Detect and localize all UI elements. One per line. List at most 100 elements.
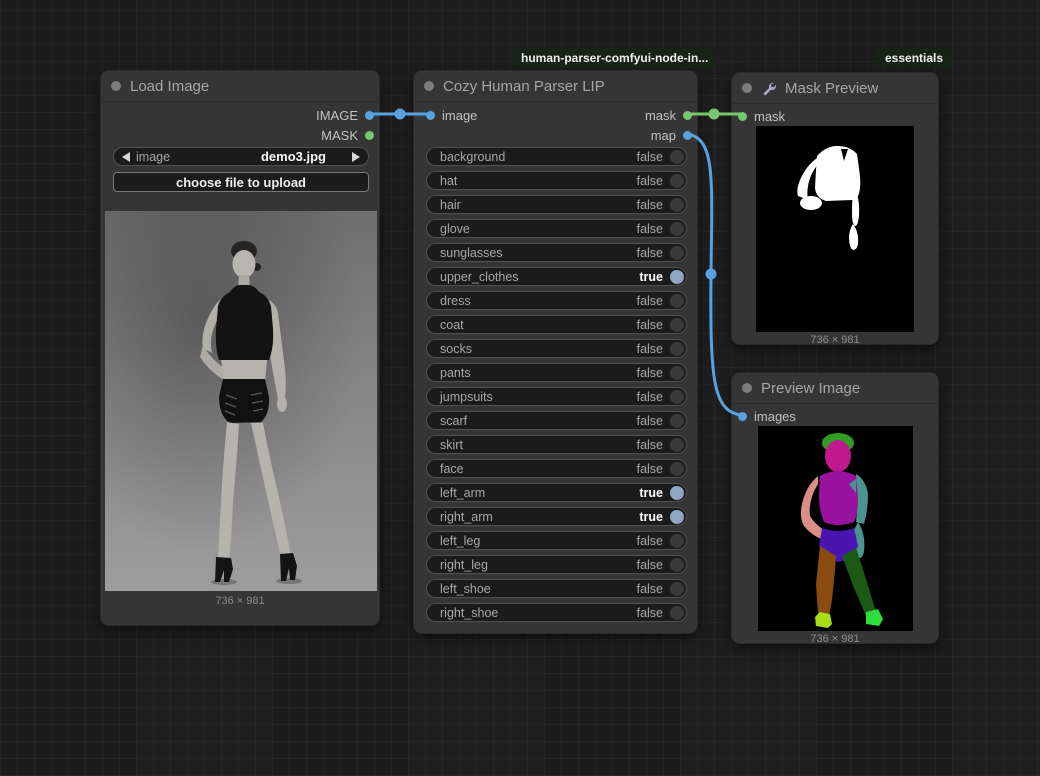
combo-prev-arrow-icon[interactable] bbox=[122, 152, 130, 162]
toggle-value: false bbox=[637, 438, 663, 452]
node-preview-image[interactable]: Preview Image images 736 × 981 bbox=[731, 372, 939, 644]
toggle-label: dress bbox=[440, 294, 471, 308]
toggle-label: right_leg bbox=[440, 558, 488, 572]
output-dot-image[interactable] bbox=[365, 111, 374, 120]
toggle-knob-icon[interactable] bbox=[670, 486, 684, 500]
toggle-row-jumpsuits[interactable]: jumpsuitsfalse bbox=[426, 387, 687, 406]
toggle-knob-icon[interactable] bbox=[670, 582, 684, 596]
toggle-label: hat bbox=[440, 174, 457, 188]
output-slot-image[interactable]: IMAGE bbox=[316, 105, 374, 125]
toggle-knob-icon[interactable] bbox=[670, 390, 684, 404]
node-title: Cozy Human Parser LIP bbox=[443, 78, 605, 95]
output-dot-mask[interactable] bbox=[683, 111, 692, 120]
choose-file-button[interactable]: choose file to upload bbox=[113, 172, 369, 192]
toggle-value: true bbox=[639, 270, 663, 284]
toggle-row-right_arm[interactable]: right_armtrue bbox=[426, 507, 687, 526]
node-load-image[interactable]: Load Image IMAGE MASK image demo3.jpg ch… bbox=[100, 70, 380, 626]
toggle-row-dress[interactable]: dress false bbox=[426, 291, 687, 310]
segmentation-image-preview bbox=[758, 426, 913, 631]
toggle-knob-icon[interactable] bbox=[670, 414, 684, 428]
toggle-value: false bbox=[637, 414, 663, 428]
output-slot-mask[interactable]: mask bbox=[645, 105, 692, 125]
toggle-row-right_shoe[interactable]: right_shoe false bbox=[426, 603, 687, 622]
output-dot-map[interactable] bbox=[683, 131, 692, 140]
input-slot-image[interactable]: image bbox=[426, 105, 477, 125]
toggle-label: left_arm bbox=[440, 486, 485, 500]
graph-canvas[interactable]: human-parser-comfyui-node-in... essentia… bbox=[0, 0, 1040, 776]
node-mask-preview-header[interactable]: Mask Preview bbox=[732, 73, 938, 104]
input-dot-image[interactable] bbox=[426, 111, 435, 120]
toggle-value: false bbox=[637, 222, 663, 236]
toggle-row-skirt[interactable]: skirt false bbox=[426, 435, 687, 454]
collapse-dot-icon[interactable] bbox=[742, 383, 752, 393]
toggle-knob-icon[interactable] bbox=[670, 318, 684, 332]
node-parser-header[interactable]: Cozy Human Parser LIP bbox=[414, 71, 697, 102]
collapse-dot-icon[interactable] bbox=[424, 81, 434, 91]
toggle-value: false bbox=[637, 606, 663, 620]
wire-image-midpoint-dot bbox=[395, 109, 406, 120]
toggle-knob-icon[interactable] bbox=[670, 462, 684, 476]
toggle-knob-icon[interactable] bbox=[670, 246, 684, 260]
image-dimensions: 736 × 981 bbox=[732, 633, 938, 645]
node-load-image-header[interactable]: Load Image bbox=[101, 71, 379, 102]
toggle-row-hair[interactable]: hairfalse bbox=[426, 195, 687, 214]
toggle-label: right_shoe bbox=[440, 606, 498, 620]
toggle-knob-icon[interactable] bbox=[670, 510, 684, 524]
toggle-row-scarf[interactable]: scarffalse bbox=[426, 411, 687, 430]
input-slot-mask[interactable]: mask bbox=[738, 106, 785, 126]
output-slot-mask[interactable]: MASK bbox=[321, 125, 374, 145]
image-combo-widget[interactable]: image demo3.jpg bbox=[113, 147, 369, 166]
toggle-row-left_arm[interactable]: left_armtrue bbox=[426, 483, 687, 502]
toggle-row-background[interactable]: backgroundfalse bbox=[426, 147, 687, 166]
toggle-knob-icon[interactable] bbox=[670, 294, 684, 308]
toggle-row-socks[interactable]: socks false bbox=[426, 339, 687, 358]
collapse-dot-icon[interactable] bbox=[111, 81, 121, 91]
toggle-row-hat[interactable]: hat false bbox=[426, 171, 687, 190]
toggle-row-sunglasses[interactable]: sunglassesfalse bbox=[426, 243, 687, 262]
toggle-label: hair bbox=[440, 198, 461, 212]
image-dimensions: 736 × 981 bbox=[101, 595, 379, 607]
output-dot-mask[interactable] bbox=[365, 131, 374, 140]
toggle-row-upper_clothes[interactable]: upper_clothestrue bbox=[426, 267, 687, 286]
output-label: mask bbox=[645, 108, 676, 123]
toggle-row-coat[interactable]: coatfalse bbox=[426, 315, 687, 334]
wrench-icon bbox=[761, 81, 776, 96]
toggle-knob-icon[interactable] bbox=[670, 558, 684, 572]
toggle-value: false bbox=[637, 366, 663, 380]
toggle-value: false bbox=[637, 342, 663, 356]
toggle-knob-icon[interactable] bbox=[670, 534, 684, 548]
node-mask-preview[interactable]: Mask Preview mask 736 × 981 bbox=[731, 72, 939, 345]
toggle-row-left_leg[interactable]: left_legfalse bbox=[426, 531, 687, 550]
input-dot-mask[interactable] bbox=[738, 112, 747, 121]
input-dot-images[interactable] bbox=[738, 412, 747, 421]
toggle-label: skirt bbox=[440, 438, 463, 452]
toggle-knob-icon[interactable] bbox=[670, 222, 684, 236]
combo-param-label: image bbox=[136, 150, 170, 164]
toggle-label: sunglasses bbox=[440, 246, 503, 260]
output-slot-map[interactable]: map bbox=[651, 125, 692, 145]
toggle-row-face[interactable]: facefalse bbox=[426, 459, 687, 478]
toggle-knob-icon[interactable] bbox=[670, 342, 684, 356]
toggle-knob-icon[interactable] bbox=[670, 270, 684, 284]
toggle-knob-icon[interactable] bbox=[670, 438, 684, 452]
toggle-value: false bbox=[637, 174, 663, 188]
toggle-knob-icon[interactable] bbox=[670, 606, 684, 620]
node-preview-image-header[interactable]: Preview Image bbox=[732, 373, 938, 404]
toggle-row-left_shoe[interactable]: left_shoefalse bbox=[426, 579, 687, 598]
node-cozy-human-parser[interactable]: Cozy Human Parser LIP image mask map bac… bbox=[413, 70, 698, 634]
toggle-knob-icon[interactable] bbox=[670, 366, 684, 380]
input-label: mask bbox=[754, 109, 785, 124]
toggle-value: false bbox=[637, 294, 663, 308]
toggle-row-right_leg[interactable]: right_legfalse bbox=[426, 555, 687, 574]
loaded-image-preview bbox=[105, 211, 377, 591]
input-slot-images[interactable]: images bbox=[738, 406, 796, 426]
combo-next-arrow-icon[interactable] bbox=[352, 152, 360, 162]
toggle-row-pants[interactable]: pantsfalse bbox=[426, 363, 687, 382]
toggle-label: socks bbox=[440, 342, 472, 356]
collapse-dot-icon[interactable] bbox=[742, 83, 752, 93]
toggle-knob-icon[interactable] bbox=[670, 150, 684, 164]
toggle-knob-icon[interactable] bbox=[670, 174, 684, 188]
toggle-row-glove[interactable]: glovefalse bbox=[426, 219, 687, 238]
toggle-knob-icon[interactable] bbox=[670, 198, 684, 212]
node-source-badge-parser: human-parser-comfyui-node-in... bbox=[513, 48, 716, 68]
